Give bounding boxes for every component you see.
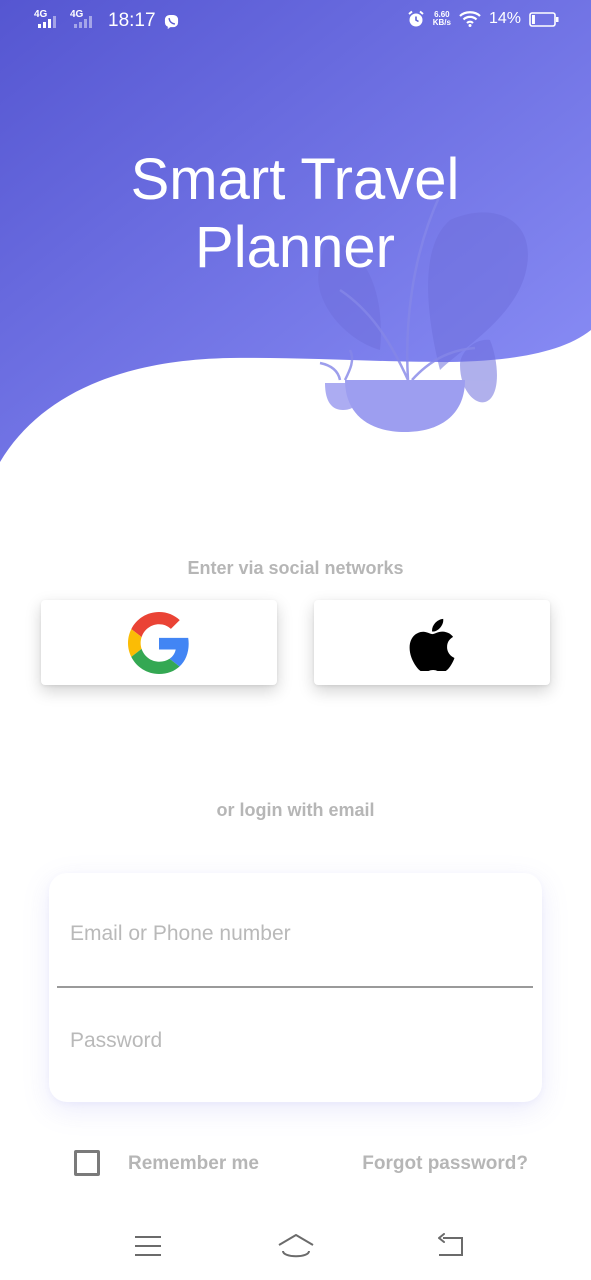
google-login-button[interactable] [41,600,277,685]
nav-back-button[interactable] [430,1228,470,1264]
mobile-network-2: 4G [70,10,98,32]
remember-me-checkbox[interactable] [74,1150,100,1176]
back-icon [438,1233,463,1256]
email-login-label: or login with email [216,800,375,820]
alarm-icon [408,10,424,27]
apple-icon [409,618,455,671]
signal-icon [74,16,92,28]
login-form-card [49,873,542,1102]
apple-login-button[interactable] [314,600,550,685]
status-bar: 4G 4G 18:17 6.60 KB/s 14% [0,0,591,44]
email-input[interactable] [70,919,520,949]
battery-icon [529,11,559,27]
nav-menu-button[interactable] [128,1228,168,1264]
network-speed: 6.60 KB/s [433,11,451,27]
status-time: 18:17 [108,10,156,31]
remember-me-label[interactable]: Remember me [128,1153,259,1175]
battery-percentage: 14% [488,10,521,27]
home-icon [278,1234,314,1258]
forgot-password-link[interactable]: Forgot password? [362,1153,528,1175]
menu-icon [135,1236,161,1256]
wifi-icon [459,11,481,27]
mobile-network-1: 4G [34,10,62,32]
app-title: Smart Travel Planner [130,147,460,280]
password-input[interactable] [70,1026,520,1056]
nav-home-button[interactable] [276,1228,316,1264]
viber-icon [164,14,178,29]
input-divider [57,986,533,988]
social-login-label: Enter via social networks [187,558,404,578]
speed-unit: KB/s [432,18,451,27]
signal-icon [38,16,56,28]
google-icon [128,611,189,674]
